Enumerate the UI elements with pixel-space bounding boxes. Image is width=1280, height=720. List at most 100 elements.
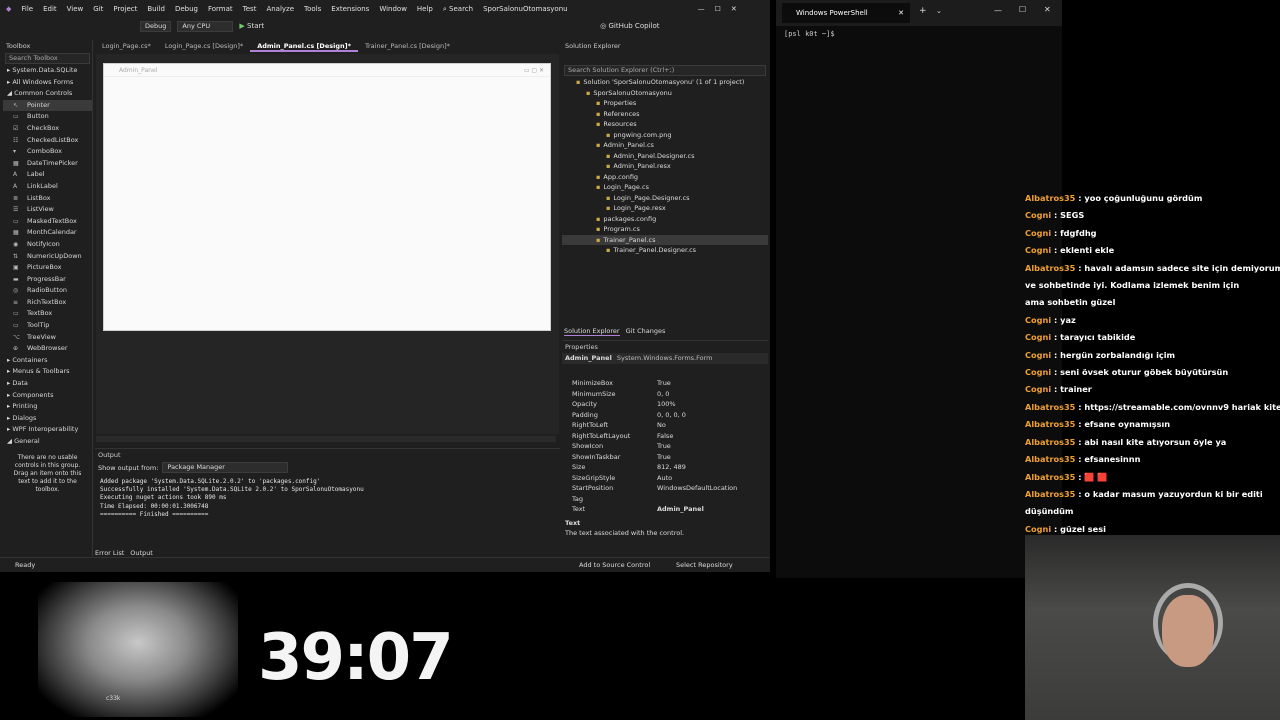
property-value[interactable]: 0, 0, 0, 0 bbox=[657, 410, 686, 421]
menu-help[interactable]: Help bbox=[417, 5, 433, 13]
tree-node[interactable]: ▪ Properties bbox=[562, 98, 768, 109]
menu-window[interactable]: Window bbox=[379, 5, 407, 13]
property-row[interactable]: StartPosition WindowsDefaultLocation bbox=[562, 483, 768, 494]
output-source-dropdown[interactable]: Package Manager bbox=[162, 462, 289, 473]
menu-view[interactable]: View bbox=[67, 5, 84, 13]
toolbox-item-monthcalendar[interactable]: ▦ MonthCalendar bbox=[3, 227, 92, 239]
toolbox-category[interactable]: ▸ Dialogs bbox=[3, 413, 92, 425]
toolbox-category[interactable]: ▸ WPF Interoperability bbox=[3, 424, 92, 436]
property-value[interactable]: Admin_Panel bbox=[657, 504, 704, 515]
property-value[interactable]: True bbox=[657, 378, 671, 389]
tab-git-changes[interactable]: Git Changes bbox=[626, 327, 666, 336]
toolbox-category[interactable]: ▸ Containers bbox=[3, 355, 92, 367]
tab-admin-panel-design[interactable]: Admin_Panel.cs [Design]* bbox=[250, 40, 358, 52]
chevron-down-icon[interactable]: ⌄ bbox=[936, 7, 942, 15]
platform-dropdown[interactable]: Any CPU bbox=[177, 20, 234, 32]
maximize-icon[interactable]: ☐ bbox=[1019, 5, 1026, 14]
toolbox-category[interactable]: ◢ Common Controls bbox=[3, 88, 92, 100]
new-tab-icon[interactable]: + bbox=[919, 6, 927, 16]
toolbox-category[interactable]: ◢ General bbox=[3, 436, 92, 448]
close-icon[interactable]: ✕ bbox=[731, 5, 737, 13]
property-value[interactable]: True bbox=[657, 441, 671, 452]
terminal-prompt[interactable]: [psl k0t ~]$ bbox=[784, 30, 835, 38]
tree-node[interactable]: ▪ SporSalonuOtomasyonu bbox=[562, 88, 768, 99]
copilot-button[interactable]: ◎ GitHub Copilot bbox=[600, 22, 659, 30]
tree-node[interactable]: ▪ Program.cs bbox=[562, 224, 768, 235]
toolbox-item-listview[interactable]: ☰ ListView bbox=[3, 204, 92, 216]
toolbox-category[interactable]: ▸ Menus & Toolbars bbox=[3, 366, 92, 378]
property-row[interactable]: Size 812, 489 bbox=[562, 462, 768, 473]
property-row[interactable]: RightToLeftLayout False bbox=[562, 431, 768, 442]
menu-file[interactable]: File bbox=[21, 5, 33, 13]
property-value[interactable]: 100% bbox=[657, 399, 676, 410]
close-icon[interactable]: ✕ bbox=[1044, 5, 1051, 14]
tree-node[interactable]: ▪ Solution 'SporSalonuOtomasyonu' (1 of 1… bbox=[562, 77, 768, 88]
tab-login-page-cs[interactable]: Login_Page.cs* bbox=[95, 40, 158, 52]
toolbox-category[interactable]: ▸ All Windows Forms bbox=[3, 77, 92, 89]
toolbox-category[interactable]: ▸ Data bbox=[3, 378, 92, 390]
tree-node[interactable]: ▪ packages.config bbox=[562, 214, 768, 225]
property-row[interactable]: MinimizeBox True bbox=[562, 378, 768, 389]
toolbox-item-combobox[interactable]: ▾ ComboBox bbox=[3, 146, 92, 158]
toolbox-item-treeview[interactable]: ⌥ TreeView bbox=[3, 332, 92, 344]
select-repository-button[interactable]: Select Repository bbox=[676, 558, 733, 572]
property-row[interactable]: Padding 0, 0, 0, 0 bbox=[562, 410, 768, 421]
tree-node[interactable]: ▪ Login_Page.cs bbox=[562, 182, 768, 193]
toolbox-item-textbox[interactable]: ▭ TextBox bbox=[3, 308, 92, 320]
maximize-icon[interactable]: ☐ bbox=[715, 5, 721, 13]
property-row[interactable]: Tag bbox=[562, 494, 768, 505]
minimize-icon[interactable]: — bbox=[994, 6, 1002, 15]
property-row[interactable]: ShowIcon True bbox=[562, 441, 768, 452]
tab-trainer-panel-design[interactable]: Trainer_Panel.cs [Design]* bbox=[358, 40, 457, 52]
toolbox-item-maskedtextbox[interactable]: ▭ MaskedTextBox bbox=[3, 216, 92, 228]
terminal-tab[interactable]: Windows PowerShell ✕ bbox=[782, 3, 910, 23]
toolbox-item-listbox[interactable]: ≣ ListBox bbox=[3, 193, 92, 205]
toolbox-item-radiobutton[interactable]: ◎ RadioButton bbox=[3, 285, 92, 297]
property-value[interactable]: 0, 0 bbox=[657, 389, 669, 400]
property-value[interactable]: False bbox=[657, 431, 673, 442]
property-row[interactable]: RightToLeft No bbox=[562, 420, 768, 431]
menu-build[interactable]: Build bbox=[147, 5, 165, 13]
designer-scrollbar[interactable] bbox=[96, 436, 556, 442]
toolbox-item-checkedlistbox[interactable]: ☷ CheckedListBox bbox=[3, 135, 92, 147]
tree-node[interactable]: ▪ Trainer_Panel.cs bbox=[562, 234, 768, 245]
search-menu[interactable]: ⌕ Search bbox=[443, 5, 473, 14]
tree-node[interactable]: ▪ App.config bbox=[562, 172, 768, 183]
menu-project[interactable]: Project bbox=[113, 5, 137, 13]
properties-object-selector[interactable]: Admin_Panel System.Windows.Forms.Form bbox=[562, 353, 768, 364]
tree-node[interactable]: ▪ Login_Page.resx bbox=[562, 203, 768, 214]
property-row[interactable]: ShowInTaskbar True bbox=[562, 452, 768, 463]
toolbox-category[interactable]: ▸ Components bbox=[3, 390, 92, 402]
toolbox-item-progressbar[interactable]: ▬ ProgressBar bbox=[3, 274, 92, 286]
toolbox-item-richtextbox[interactable]: ≡ RichTextBox bbox=[3, 297, 92, 309]
tab-login-page-design[interactable]: Login_Page.cs [Design]* bbox=[158, 40, 250, 52]
toolbox-item-label[interactable]: A Label bbox=[3, 169, 92, 181]
toolbox-item-numericupdown[interactable]: ⇅ NumericUpDown bbox=[3, 251, 92, 263]
toolbox-category[interactable]: ▸ System.Data.SQLite bbox=[3, 65, 92, 77]
toolbox-search-input[interactable]: Search Toolbox bbox=[5, 53, 90, 64]
property-row[interactable]: SizeGripStyle Auto bbox=[562, 473, 768, 484]
tree-node[interactable]: ▪ Admin_Panel.cs bbox=[562, 140, 768, 151]
menu-format[interactable]: Format bbox=[208, 5, 233, 13]
tree-node[interactable]: ▪ Resources bbox=[562, 119, 768, 130]
tree-node[interactable]: ▪ References bbox=[562, 109, 768, 120]
toolbox-item-notifyicon[interactable]: ◉ NotifyIcon bbox=[3, 239, 92, 251]
toolbox-item-picturebox[interactable]: ▣ PictureBox bbox=[3, 262, 92, 274]
tree-node[interactable]: ▪ Admin_Panel.resx bbox=[562, 161, 768, 172]
property-value[interactable]: No bbox=[657, 420, 666, 431]
menu-tools[interactable]: Tools bbox=[304, 5, 321, 13]
close-icon[interactable]: ✕ bbox=[898, 3, 904, 23]
toolbox-item-datetimepicker[interactable]: ▦ DateTimePicker bbox=[3, 158, 92, 170]
designed-form[interactable]: Admin_Panel ▭ ▢ ✕ bbox=[103, 63, 551, 331]
start-button[interactable]: ▶ Start bbox=[239, 22, 264, 30]
add-to-source-control-button[interactable]: Add to Source Control bbox=[579, 558, 650, 572]
property-row[interactable]: Opacity 100% bbox=[562, 399, 768, 410]
property-row[interactable]: MinimumSize 0, 0 bbox=[562, 389, 768, 400]
toolbox-item-webbrowser[interactable]: ⊕ WebBrowser bbox=[3, 343, 92, 355]
menu-extensions[interactable]: Extensions bbox=[331, 5, 369, 13]
toolbox-item-pointer[interactable]: ↖ Pointer bbox=[3, 99, 92, 112]
tree-node[interactable]: ▪ Trainer_Panel.Designer.cs bbox=[562, 245, 768, 256]
property-value[interactable]: Auto bbox=[657, 473, 672, 484]
solution-search-input[interactable]: Search Solution Explorer (Ctrl+;) bbox=[564, 65, 766, 76]
menu-test[interactable]: Test bbox=[243, 5, 257, 13]
